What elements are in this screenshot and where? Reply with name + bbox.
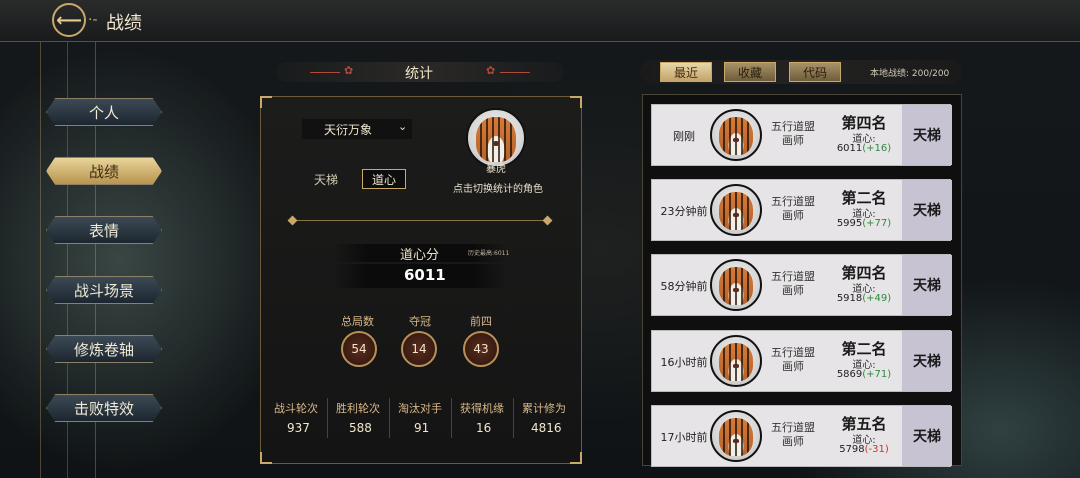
sidebar-item-record[interactable]: 战绩 — [46, 157, 162, 185]
score-label: 道心分 — [400, 248, 440, 263]
history-best: 历史最高:6011 — [468, 250, 510, 257]
record-time: 16小时前 — [660, 356, 708, 369]
sidebar-item-scroll[interactable]: 修炼卷轴 — [46, 335, 162, 363]
record-daoxin-value: 5798(-31) — [839, 444, 889, 455]
record-mode: 天梯 — [902, 406, 952, 466]
stat-label-eliminated: 淘汰对手 — [398, 402, 442, 415]
tab-code[interactable]: 代码 — [789, 62, 841, 82]
sidebar-item-defeat-effect[interactable]: 击败特效 — [46, 394, 162, 422]
metric-label-win: 夺冠 — [409, 315, 431, 328]
stat-label-cultivation: 累计修为 — [522, 402, 566, 415]
record-daoxin-value: 6011(+16) — [836, 143, 892, 154]
record-daoxin-value: 5869(+71) — [836, 369, 892, 380]
page-title: 战绩 — [106, 13, 142, 34]
record-card[interactable]: 17小时前 五行道盟 画师 第五名 道心: 5798(-31) 天梯 — [651, 405, 952, 467]
divider — [292, 220, 548, 221]
stats-title: 统计 — [405, 66, 433, 82]
record-card[interactable]: 58分钟前 五行道盟 画师 第四名 道心: 5918(+49) 天梯 — [651, 254, 952, 316]
record-time: 23分钟前 — [660, 205, 708, 218]
record-time: 17小时前 — [660, 431, 708, 444]
toggle-ladder[interactable]: 天梯 — [314, 171, 338, 188]
sidebar-item-emote[interactable]: 表情 — [46, 216, 162, 244]
tab-favorite[interactable]: 收藏 — [724, 62, 776, 82]
switch-hint: 点击切换统计的角色 — [453, 184, 543, 195]
record-avatar — [710, 335, 762, 387]
metric-value-top4: 43 — [463, 331, 499, 367]
record-daoxin-value: 5918(+49) — [836, 293, 892, 304]
record-org: 五行道盟 画师 — [771, 346, 815, 373]
back-arrow-icon[interactable]: ⟵ — [52, 3, 86, 37]
stat-value-win-rounds: 588 — [349, 421, 372, 435]
corner-ornament — [570, 452, 582, 464]
chevron-down-icon: ⌄ — [398, 120, 408, 133]
flower-icon: ✿ — [344, 64, 354, 77]
local-record-count: 本地战绩: 200/200 — [870, 69, 950, 79]
stat-value-eliminated: 91 — [414, 421, 430, 435]
corner-ornament — [260, 452, 272, 464]
sidebar-item-battle-scene[interactable]: 战斗场景 — [46, 276, 162, 304]
stat-value-chances: 16 — [476, 421, 492, 435]
record-mode: 天梯 — [902, 105, 952, 165]
record-org: 五行道盟 画师 — [771, 421, 815, 448]
sidebar-item-personal[interactable]: 个人 — [46, 98, 162, 126]
deco-line-right — [500, 72, 530, 73]
score-value: 6011 — [404, 266, 446, 284]
stat-value-cultivation: 4816 — [531, 421, 562, 435]
mode-select[interactable]: 天衍万象 — [302, 119, 412, 139]
record-avatar — [710, 109, 762, 161]
metric-label-top4: 前四 — [470, 315, 492, 328]
record-time: 58分钟前 — [660, 280, 708, 293]
toggle-daoxin[interactable]: 道心 — [362, 169, 406, 189]
record-daoxin-value: 5995(+77) — [836, 218, 892, 229]
stat-label-win-rounds: 胜利轮次 — [336, 402, 380, 415]
flower-icon: ✿ — [486, 64, 496, 77]
record-time: 刚刚 — [673, 130, 695, 143]
player-avatar[interactable] — [466, 108, 526, 168]
record-org: 五行道盟 画师 — [771, 195, 815, 222]
player-name: 暴虎 — [486, 164, 506, 175]
stat-label-chances: 获得机缘 — [460, 402, 504, 415]
metric-label-total: 总局数 — [341, 315, 374, 328]
record-card[interactable]: 23分钟前 五行道盟 画师 第二名 道心: 5995(+77) 天梯 — [651, 179, 952, 241]
back-dots: ·- — [88, 12, 98, 28]
record-mode: 天梯 — [902, 255, 952, 315]
record-avatar — [710, 259, 762, 311]
record-card[interactable]: 16小时前 五行道盟 画师 第二名 道心: 5869(+71) 天梯 — [651, 330, 952, 392]
record-mode: 天梯 — [902, 180, 952, 240]
deco-line-left — [310, 72, 340, 73]
record-mode: 天梯 — [902, 331, 952, 391]
record-avatar — [710, 184, 762, 236]
corner-ornament — [570, 96, 582, 108]
stat-value-battle-rounds: 937 — [287, 421, 310, 435]
metric-value-win: 14 — [401, 331, 437, 367]
tiger-portrait — [475, 116, 517, 162]
tab-recent[interactable]: 最近 — [660, 62, 712, 82]
corner-ornament — [260, 96, 272, 108]
record-org: 五行道盟 画师 — [771, 270, 815, 297]
record-org: 五行道盟 画师 — [771, 120, 815, 147]
top-bar — [0, 0, 1080, 42]
stat-label-battle-rounds: 战斗轮次 — [274, 402, 318, 415]
record-avatar — [710, 410, 762, 462]
metric-value-total: 54 — [341, 331, 377, 367]
record-card[interactable]: 刚刚 五行道盟 画师 第四名 道心: 6011(+16) 天梯 — [651, 104, 952, 166]
